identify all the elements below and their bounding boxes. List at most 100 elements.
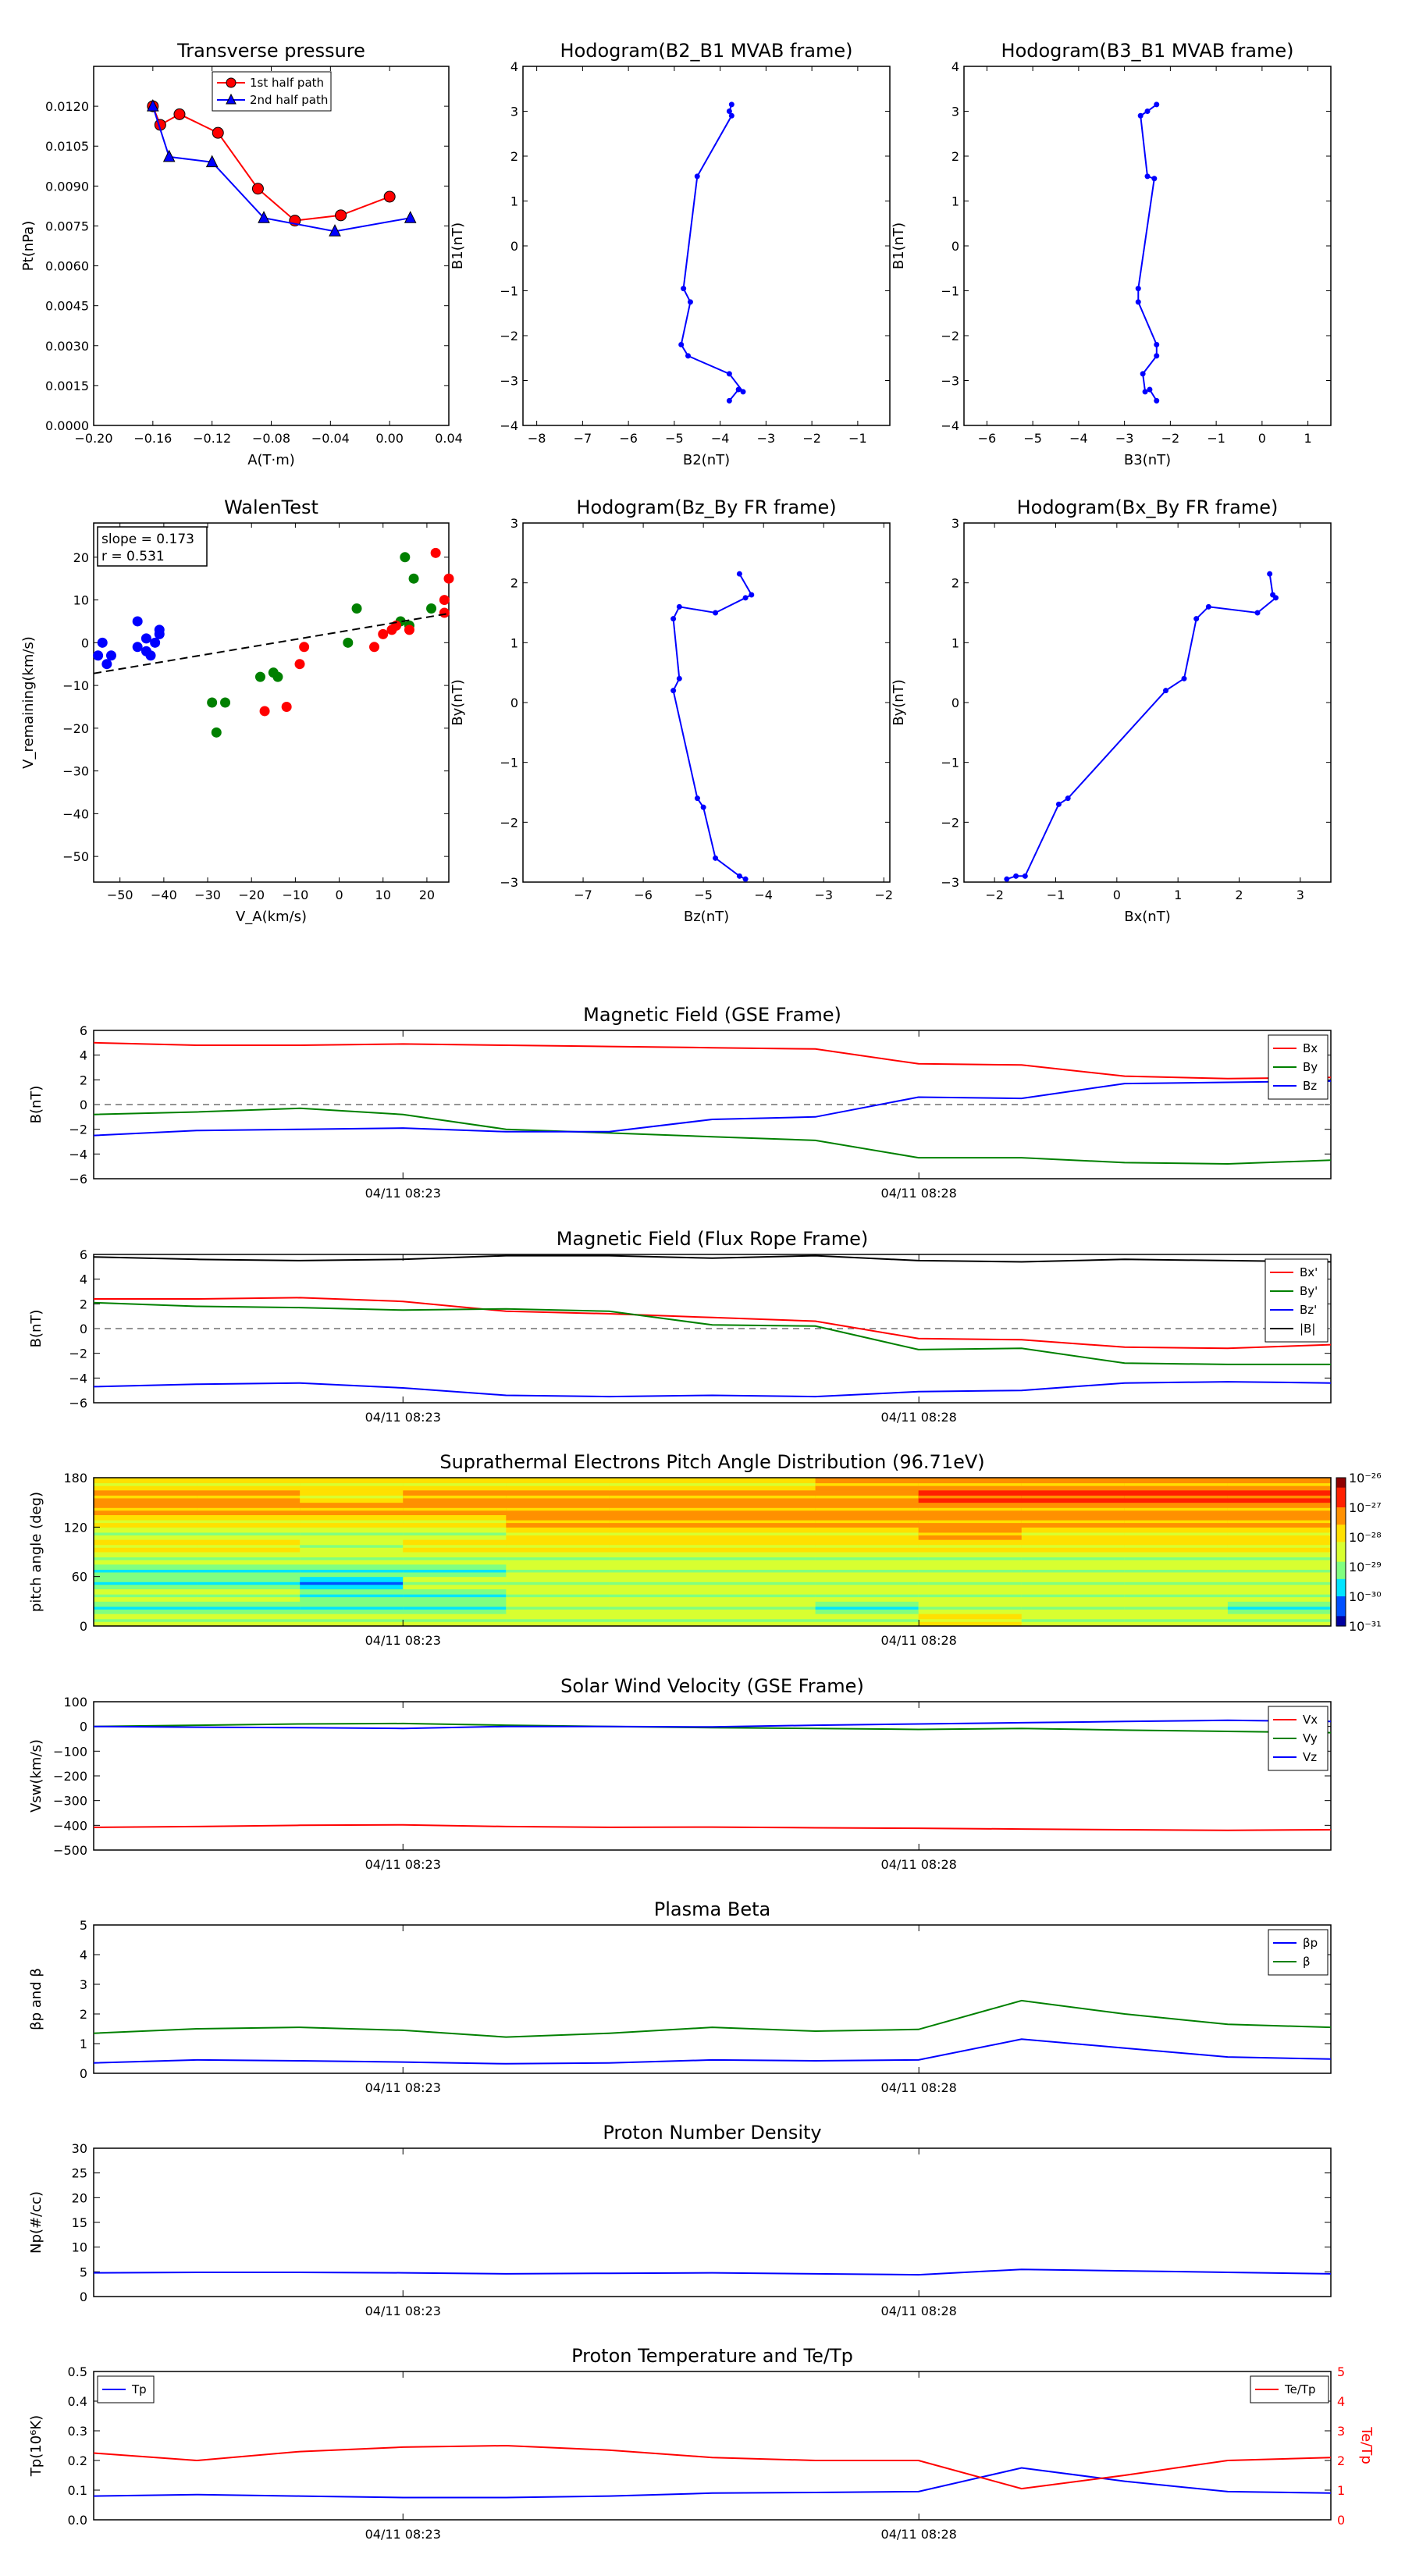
heatmap-cell bbox=[197, 1532, 301, 1535]
y2-tick-label: 3 bbox=[1337, 2424, 1345, 2439]
heatmap-cell bbox=[1021, 1582, 1126, 1585]
x-axis-label: Bx(nT) bbox=[1124, 909, 1170, 925]
heatmap-cell bbox=[609, 1520, 713, 1524]
y-tick-label: −2 bbox=[500, 329, 518, 343]
y-tick-label: 60 bbox=[72, 1570, 87, 1585]
x-tick-label: −6 bbox=[619, 431, 638, 446]
x-tick-label: 04/11 08:23 bbox=[365, 1633, 441, 1648]
heatmap-cell bbox=[1021, 1495, 1126, 1499]
data-point bbox=[728, 101, 735, 108]
heatmap-cell bbox=[403, 1619, 507, 1622]
heatmap-cell bbox=[609, 1606, 713, 1610]
heatmap-cell bbox=[1124, 1483, 1229, 1486]
heatmap-cell bbox=[506, 1483, 610, 1486]
y-tick-label: 0 bbox=[80, 1322, 87, 1336]
x-tick-label: 0 bbox=[1113, 888, 1121, 902]
x-tick-label: 0.04 bbox=[435, 431, 463, 446]
heatmap-cell bbox=[1124, 1569, 1229, 1573]
x-tick-label: 04/11 08:28 bbox=[881, 2527, 957, 2542]
data-point bbox=[736, 873, 742, 879]
density-chart: Proton Number Density 0 5 10 15 20 25 30 04/11 0… bbox=[28, 2122, 1332, 2318]
data-point bbox=[1193, 616, 1200, 622]
heatmap-cell bbox=[1227, 1582, 1332, 1585]
y-tick-label: −3 bbox=[500, 374, 518, 389]
x-tick-label: 04/11 08:28 bbox=[881, 1633, 957, 1648]
chart-title: Plasma Beta bbox=[654, 1898, 770, 1920]
heatmap-cell bbox=[300, 1619, 404, 1622]
heatmap-cell bbox=[403, 1520, 507, 1524]
heatmap-cell bbox=[403, 1507, 507, 1511]
y-tick-label: 1 bbox=[510, 194, 518, 209]
plot-frame bbox=[93, 1924, 1332, 2074]
heatmap-cell bbox=[609, 1507, 713, 1511]
data-point bbox=[97, 637, 108, 648]
data-point bbox=[1254, 610, 1261, 616]
y-tick-label: 0.0105 bbox=[45, 139, 89, 154]
data-point bbox=[145, 650, 156, 661]
heatmap-cell bbox=[94, 1495, 197, 1499]
heatmap-cell bbox=[712, 1557, 816, 1560]
data-point bbox=[687, 299, 693, 305]
data-point bbox=[1137, 112, 1144, 119]
heatmap-cell bbox=[1124, 1507, 1229, 1511]
legend-label: βp bbox=[1303, 1936, 1318, 1950]
x-tick-label: −1 bbox=[1207, 431, 1225, 446]
y-axis-label: B1(nT) bbox=[450, 222, 466, 269]
legend-label: β bbox=[1303, 1955, 1311, 1969]
x-tick-label: 04/11 08:28 bbox=[881, 1857, 957, 1872]
data-point bbox=[1144, 173, 1151, 180]
x-tick-label: 2 bbox=[1235, 888, 1243, 902]
legend-label: Bz' bbox=[1300, 1303, 1317, 1317]
data-point bbox=[1135, 286, 1141, 292]
heatmap-cell bbox=[403, 1582, 507, 1585]
y-tick-label: −1 bbox=[500, 756, 518, 770]
plot-frame bbox=[963, 522, 1332, 883]
x-tick-label: −8 bbox=[528, 431, 546, 446]
x-tick-label: −3 bbox=[1115, 431, 1134, 446]
data-point bbox=[281, 701, 292, 712]
y-tick-label: 5 bbox=[80, 2265, 87, 2279]
heatmap-cell bbox=[1227, 1483, 1332, 1486]
series-line-βp bbox=[93, 2038, 1332, 2065]
heatmap-cell bbox=[300, 1582, 404, 1585]
y-tick-label: 4 bbox=[510, 59, 518, 74]
heatmap-cell bbox=[94, 1545, 197, 1548]
y-tick-label: −4 bbox=[69, 1147, 87, 1162]
y-tick-label: −2 bbox=[500, 815, 518, 830]
heatmap-cell bbox=[197, 1557, 301, 1560]
y-tick-label: 4 bbox=[80, 1272, 87, 1287]
heatmap-cell bbox=[94, 1532, 197, 1535]
figure-canvas: Transverse pressure−0.20 −0.16 −0.12 −0.08−… bbox=[20, 40, 1382, 2542]
y-tick-label: −3 bbox=[941, 875, 959, 890]
data-point bbox=[299, 642, 310, 653]
heatmap-cell bbox=[609, 1582, 713, 1585]
y-axis-label: pitch angle (deg) bbox=[28, 1492, 44, 1612]
heatmap-cell bbox=[1227, 1532, 1332, 1535]
x-tick-label: −0.12 bbox=[193, 431, 231, 446]
data-point bbox=[742, 595, 749, 601]
heatmap-cell bbox=[712, 1582, 816, 1585]
heatmap-cell bbox=[712, 1507, 816, 1511]
transverse_pressure-chart: Transverse pressure−0.20 −0.16 −0.12 −0.08−… bbox=[20, 40, 463, 468]
heatmap-cell bbox=[403, 1606, 507, 1610]
chart-title: Magnetic Field (Flux Rope Frame) bbox=[557, 1228, 868, 1250]
y-tick-label: 0.2 bbox=[68, 2453, 87, 2468]
y2-tick-label: 2 bbox=[1337, 2453, 1345, 2468]
legend-label: Vx bbox=[1303, 1713, 1318, 1727]
temp-chart: Proton Temperature and Te/Tp 0.0 0.1 0.2 0.3… bbox=[28, 2345, 1375, 2542]
x-tick-label: 04/11 08:23 bbox=[365, 2080, 441, 2095]
y-axis-label: By(nT) bbox=[450, 679, 466, 725]
legend-label: Bx bbox=[1303, 1041, 1318, 1055]
heatmap-cell bbox=[506, 1557, 610, 1560]
heatmap-cell bbox=[1021, 1532, 1126, 1535]
heatmap-cell bbox=[918, 1606, 1023, 1610]
heatmap-cell bbox=[712, 1520, 816, 1524]
heatmap-cell bbox=[506, 1532, 610, 1535]
x-tick-label: −10 bbox=[283, 888, 309, 902]
x-axis-label: B2(nT) bbox=[683, 452, 730, 468]
heatmap-cell bbox=[403, 1495, 507, 1499]
y-tick-label: −3 bbox=[941, 374, 959, 389]
x-tick-label: 04/11 08:28 bbox=[881, 1410, 957, 1425]
heatmap-cell bbox=[815, 1594, 919, 1598]
data-point bbox=[1163, 688, 1168, 694]
